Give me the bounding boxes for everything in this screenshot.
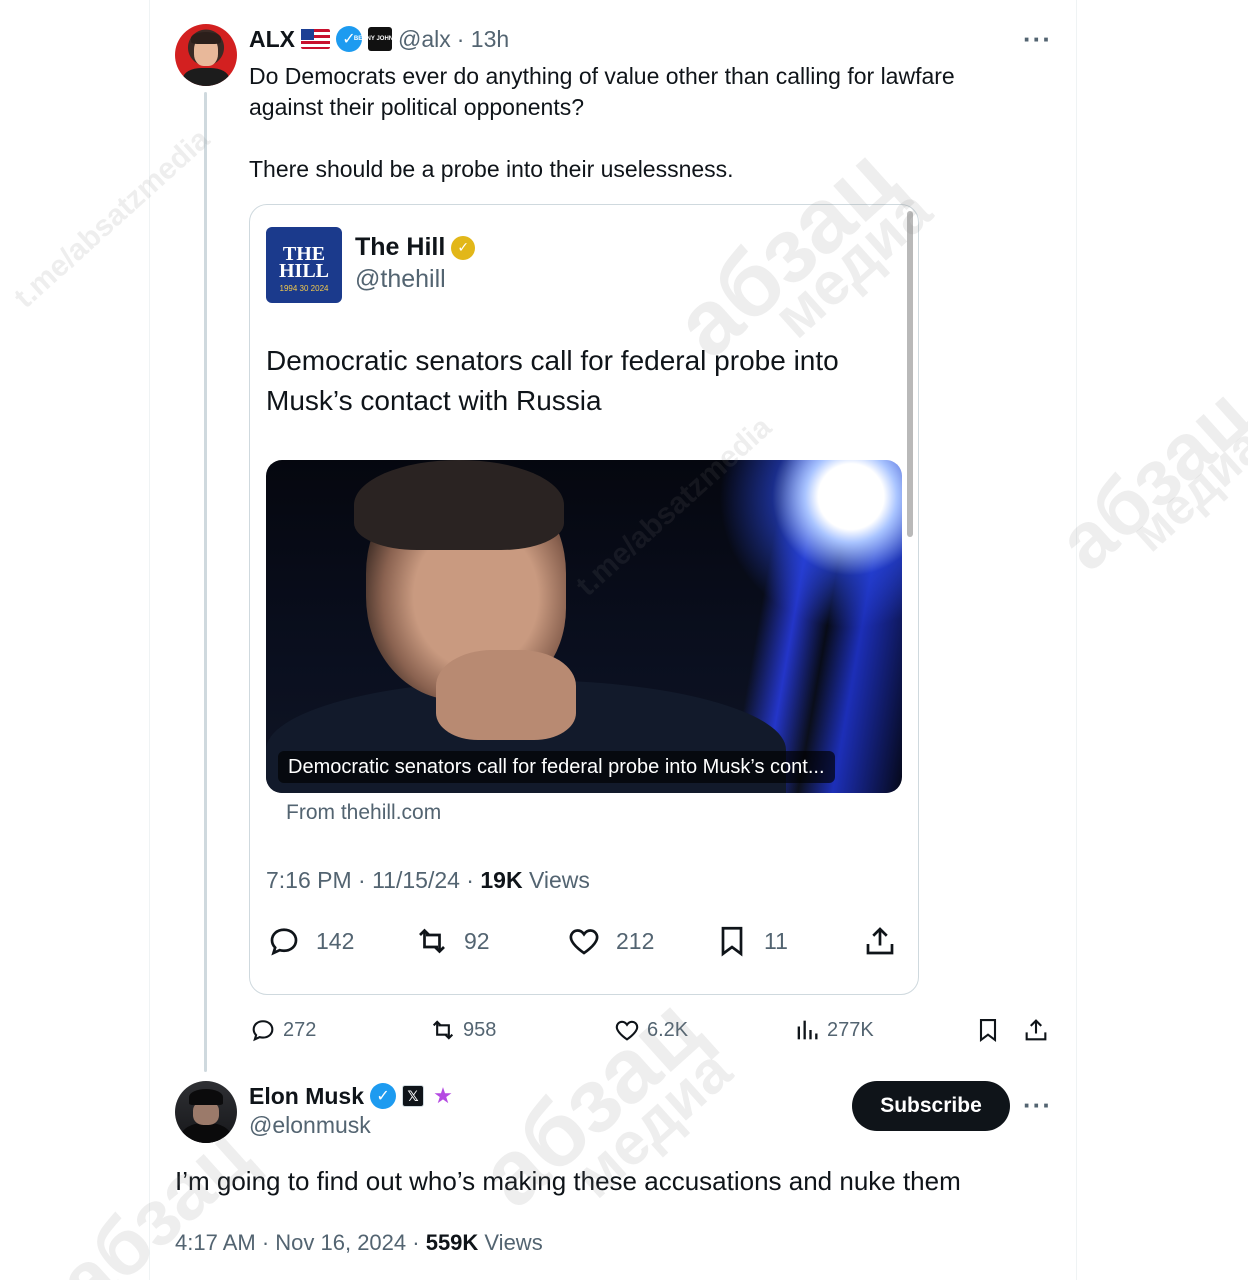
- quoted-like-button[interactable]: 212: [566, 921, 654, 961]
- alx-tweet-header: ALX ✓ BENNY JOHNSON @alx · 13h: [249, 24, 509, 54]
- heart-icon: [569, 929, 599, 955]
- article-preview-image[interactable]: Democratic senators call for federal pro…: [266, 460, 902, 793]
- elon-author-row: Elon Musk ✓ 𝕏 ★: [249, 1081, 456, 1111]
- quoted-views-count: 19K: [480, 867, 523, 893]
- us-flag-icon: [301, 29, 330, 49]
- creator-badge-icon[interactable]: ★: [430, 1083, 456, 1109]
- alx-display-name[interactable]: ALX: [249, 26, 295, 53]
- share-icon: [1025, 1019, 1047, 1041]
- views-icon: [797, 1020, 818, 1040]
- watermark-brand-sub: медиа: [1120, 416, 1248, 563]
- bookmark-icon: [721, 926, 743, 957]
- the-hill-logo[interactable]: THE HILL 1994 30 2024: [266, 227, 342, 303]
- bookmark-button[interactable]: [974, 1012, 1002, 1048]
- repost-button[interactable]: 958: [429, 1012, 496, 1048]
- article-source-link[interactable]: From thehill.com: [286, 801, 441, 825]
- views-button[interactable]: 277K: [793, 1012, 874, 1048]
- quoted-tweet-card[interactable]: THE HILL 1994 30 2024 The Hill ✓ @thehil…: [249, 204, 919, 995]
- card-scrollbar[interactable]: [907, 211, 913, 537]
- like-button[interactable]: 6.2K: [613, 1012, 688, 1048]
- heart-icon: [615, 1020, 639, 1041]
- quoted-repost-button[interactable]: 92: [414, 921, 490, 961]
- column-border-right: [1076, 0, 1077, 1280]
- column-border-left: [149, 0, 150, 1280]
- reply-button[interactable]: 272: [249, 1012, 316, 1048]
- article-image-caption: Democratic senators call for federal pro…: [278, 751, 835, 783]
- elon-tweet-text: I’m going to find out who’s making these…: [175, 1166, 961, 1196]
- alx-timestamp[interactable]: · 13h: [457, 26, 509, 53]
- x-affiliate-icon[interactable]: 𝕏: [402, 1085, 425, 1107]
- share-button[interactable]: [1022, 1012, 1050, 1048]
- share-icon: [866, 927, 894, 955]
- avatar-elon[interactable]: [175, 1081, 237, 1143]
- elon-views-count: 559K: [425, 1230, 479, 1255]
- alx-tweet-paragraph: Do Democrats ever do anything of value o…: [249, 63, 955, 120]
- quoted-author-row: The Hill ✓: [355, 233, 476, 262]
- repost-icon: [419, 928, 445, 954]
- quoted-bookmark-button[interactable]: 11: [714, 921, 788, 961]
- quoted-handle[interactable]: @thehill: [355, 265, 446, 294]
- quoted-share-button[interactable]: [862, 921, 898, 961]
- quoted-meta: 7:16 PM · 11/15/24 · 19K Views: [266, 867, 590, 894]
- alx-tweet-paragraph: There should be a probe into their usele…: [249, 156, 734, 182]
- quoted-display-name[interactable]: The Hill: [355, 233, 445, 262]
- avatar-alx[interactable]: [175, 24, 237, 86]
- verified-gold-icon[interactable]: ✓: [451, 235, 476, 260]
- more-icon[interactable]: ···: [1023, 1092, 1052, 1118]
- repost-icon: [432, 1020, 454, 1040]
- elon-tweet-meta: 4:17 AM · Nov 16, 2024 · 559K Views: [175, 1230, 543, 1256]
- watermark-brand: абзац: [1040, 370, 1248, 587]
- affiliate-badge-icon[interactable]: BENNY JOHNSON: [354, 27, 406, 51]
- elon-display-name[interactable]: Elon Musk: [249, 1083, 364, 1110]
- watermark-channel: t.me/absatzmedia: [8, 122, 216, 315]
- alx-handle[interactable]: @alx: [398, 26, 451, 53]
- alx-action-bar: 272 958 6.2K 277K: [249, 1012, 1049, 1048]
- elon-timestamp[interactable]: 4:17 AM · Nov 16, 2024 ·: [175, 1230, 426, 1255]
- quoted-reply-button[interactable]: 142: [266, 921, 354, 961]
- thread-connector-line: [204, 92, 207, 1072]
- quoted-headline: Democratic senators call for federal pro…: [266, 345, 839, 416]
- elon-handle[interactable]: @elonmusk: [249, 1112, 371, 1139]
- alx-tweet-text: Do Democrats ever do anything of value o…: [249, 61, 1009, 185]
- reply-icon: [270, 928, 298, 956]
- bookmark-icon: [979, 1019, 997, 1043]
- quoted-views-label: Views: [522, 867, 590, 893]
- verified-badge-icon[interactable]: ✓: [370, 1083, 397, 1109]
- subscribe-button[interactable]: Subscribe: [852, 1081, 1010, 1131]
- more-icon[interactable]: ···: [1023, 26, 1052, 52]
- quoted-timestamp[interactable]: 7:16 PM · 11/15/24 ·: [266, 867, 480, 893]
- quoted-action-bar: 142 92 212 11: [266, 921, 902, 961]
- elon-views-label: Views: [478, 1230, 543, 1255]
- reply-icon: [252, 1020, 274, 1042]
